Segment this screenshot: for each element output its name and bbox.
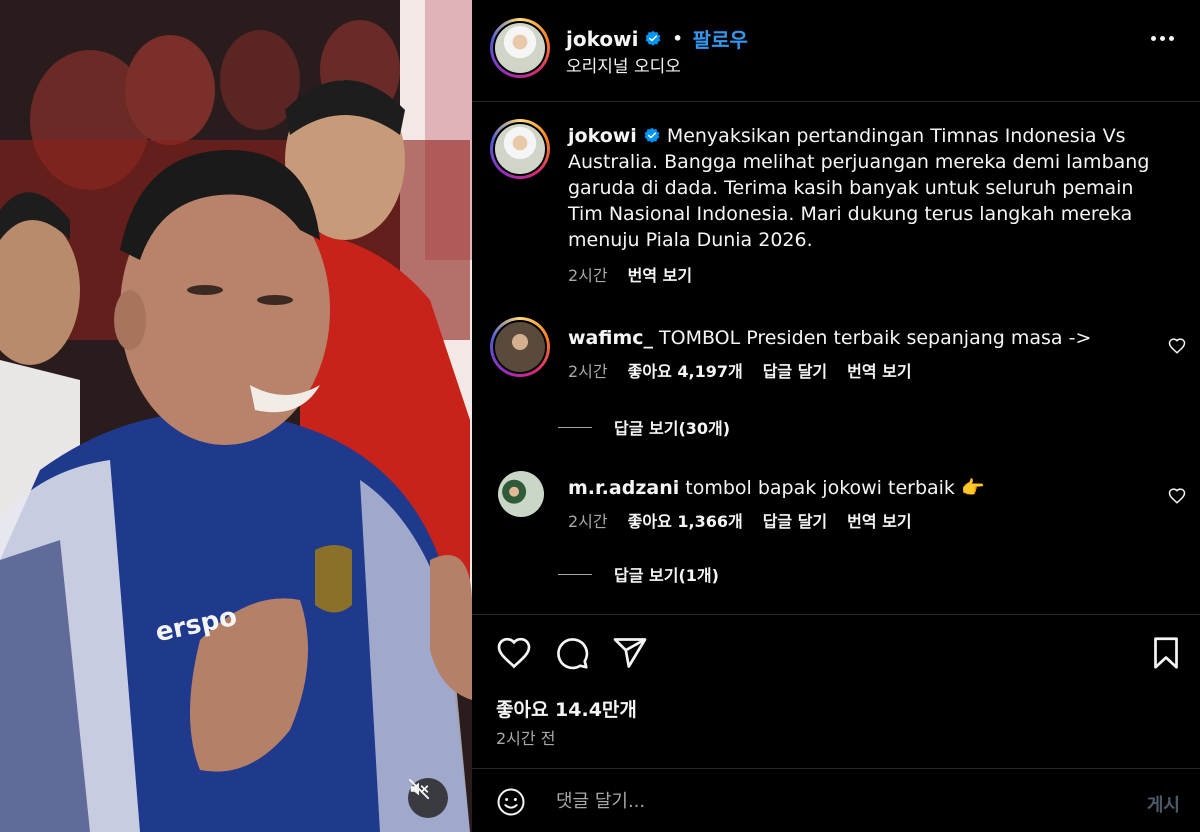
comment-likes-count[interactable]: 좋아요 4,197개 — [628, 359, 743, 385]
comment-translate-button[interactable]: 번역 보기 — [847, 359, 911, 385]
view-replies-label: 답글 보기(30개) — [614, 419, 731, 438]
comment-input[interactable] — [556, 785, 1116, 817]
audio-label[interactable]: 오리지널 오디오 — [566, 52, 681, 77]
replies-line — [558, 426, 592, 428]
comment-username[interactable]: wafimc_ — [568, 327, 653, 349]
comment-avatar[interactable] — [490, 317, 550, 377]
more-options-icon[interactable] — [1151, 36, 1174, 41]
post-likes-count[interactable]: 좋아요 14.4만개 — [496, 695, 637, 722]
video-frame — [0, 0, 472, 832]
post-timestamp[interactable]: 2시간 전 — [496, 725, 555, 749]
verified-badge-icon — [646, 30, 661, 46]
comment-icon[interactable] — [554, 635, 590, 671]
post-header: jokowi • 팔로우 오리지널 오디오 — [472, 0, 1200, 102]
comment-reply-button[interactable]: 답글 달기 — [763, 359, 827, 385]
comment-item: m.r.adzani tombol bapak jokowi terbaik 👉 … — [490, 467, 1190, 537]
follow-button[interactable]: 팔로우 — [693, 24, 748, 53]
comment-composer: 게시 — [472, 768, 1200, 832]
post-actions: 좋아요 14.4만개 2시간 전 — [472, 614, 1200, 768]
mute-button[interactable] — [408, 778, 448, 818]
comment-likes-count[interactable]: 좋아요 1,366개 — [628, 509, 743, 535]
comment-item: wafimc_ TOMBOL Presiden terbaik sepanjang… — [490, 317, 1190, 387]
comment-reply-button[interactable]: 답글 달기 — [763, 509, 827, 535]
comments-section[interactable]: jokowi Menyaksikan pertandingan Timnas I… — [472, 103, 1200, 613]
comment-translate-button[interactable]: 번역 보기 — [847, 509, 911, 535]
caption-translate-button[interactable]: 번역 보기 — [628, 263, 692, 289]
separator-dot: • — [672, 29, 683, 48]
view-replies-label: 답글 보기(1개) — [614, 566, 719, 585]
caption-avatar[interactable] — [490, 119, 550, 179]
header-user-row: jokowi • 팔로우 — [566, 24, 748, 53]
comment-avatar[interactable] — [498, 471, 544, 517]
comment-text: tombol bapak jokowi terbaik 👉 — [685, 477, 985, 499]
comment-username[interactable]: m.r.adzani — [568, 477, 679, 499]
view-replies-button[interactable]: 답글 보기(1개) — [558, 562, 719, 586]
caption: jokowi Menyaksikan pertandingan Timnas I… — [490, 119, 1190, 289]
comment-text: TOMBOL Presiden terbaik sepanjang masa -… — [659, 327, 1092, 349]
comment-time: 2시간 — [568, 362, 608, 381]
post-detail-panel: jokowi • 팔로우 오리지널 오디오 jokowi Menyaksikan… — [472, 0, 1200, 832]
heart-icon[interactable] — [1168, 487, 1186, 505]
author-avatar[interactable] — [490, 18, 550, 78]
view-replies-button[interactable]: 답글 보기(30개) — [558, 415, 730, 439]
heart-icon[interactable] — [1168, 337, 1186, 355]
bookmark-icon[interactable] — [1148, 635, 1184, 671]
verified-badge-icon — [644, 127, 660, 143]
caption-username[interactable]: jokowi — [568, 125, 637, 147]
share-icon[interactable] — [612, 635, 648, 671]
caption-time: 2시간 — [568, 266, 608, 285]
post-comment-button[interactable]: 게시 — [1147, 791, 1180, 817]
post-video[interactable]: erspo — [0, 0, 472, 832]
comment-time: 2시간 — [568, 512, 608, 531]
heart-icon[interactable] — [496, 635, 532, 671]
replies-line — [558, 573, 592, 575]
emoji-icon[interactable] — [496, 787, 526, 817]
mute-icon — [408, 778, 430, 800]
author-username[interactable]: jokowi — [566, 27, 638, 51]
